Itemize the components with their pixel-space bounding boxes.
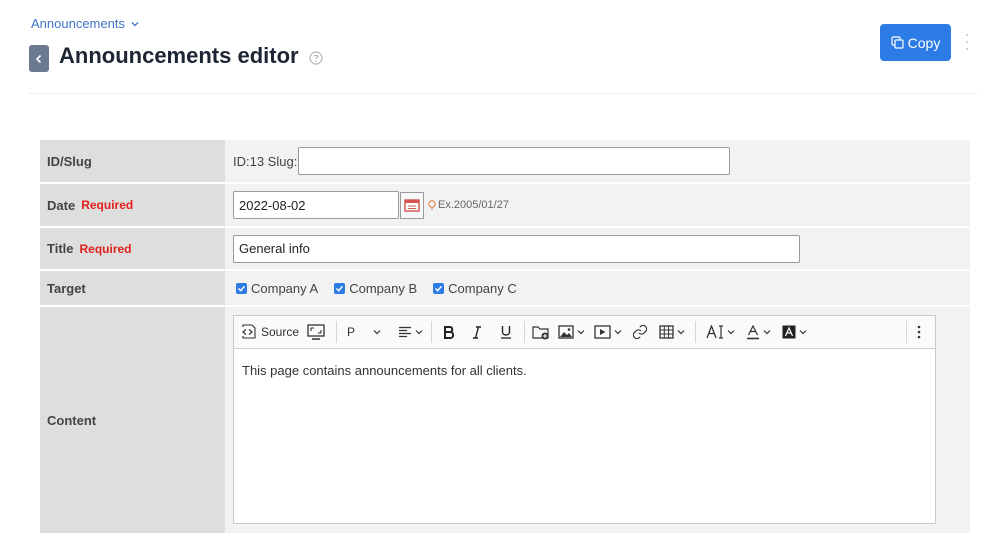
target-row: Target Company A Company B Company C (40, 271, 970, 307)
toolbar-separator (906, 321, 907, 343)
help-icon[interactable] (309, 51, 323, 65)
link-icon (633, 325, 647, 339)
align-left-icon (398, 326, 411, 338)
chevron-down-icon (763, 330, 770, 335)
id-slug-value: ID:13 Slug: (225, 140, 970, 182)
date-input[interactable]: 2022-08-02 (233, 191, 399, 219)
announcement-form: ID/Slug ID:13 Slug: Date Required 2022-0… (40, 140, 970, 533)
background-color-button[interactable] (776, 319, 812, 345)
copy-icon (891, 36, 904, 49)
paragraph-select[interactable]: P (341, 319, 393, 345)
checkbox-checked-icon[interactable] (433, 282, 445, 294)
date-label: Date Required (40, 184, 225, 226)
more-options-icon[interactable] (962, 33, 972, 51)
bold-button[interactable] (436, 319, 462, 345)
title-value: General info (225, 228, 970, 269)
table-icon (659, 325, 674, 339)
header-divider (28, 93, 978, 94)
rich-text-editor: Source P This page contains announcement… (233, 315, 936, 524)
editor-content[interactable]: This page contains announcements for all… (234, 349, 935, 392)
checkbox-checked-icon[interactable] (334, 282, 346, 294)
font-size-button[interactable] (700, 319, 740, 345)
chevron-down-icon (677, 330, 685, 335)
editor-toolbar: Source P (234, 316, 935, 349)
breadcrumb-label[interactable]: Announcements (31, 16, 125, 31)
target-label: Target (40, 271, 225, 305)
checkbox-company-a[interactable]: Company A (236, 281, 318, 296)
content-label: Content (40, 307, 225, 533)
more-toolbar-icon[interactable] (910, 319, 928, 345)
date-hint: Ex.2005/01/27 (428, 199, 509, 211)
chevron-down-icon (373, 330, 381, 335)
chevron-down-icon (415, 330, 422, 335)
italic-icon (473, 325, 481, 339)
video-icon (594, 325, 611, 339)
date-row: Date Required 2022-08-02 Ex.2005/01/27 (40, 184, 970, 228)
chevron-left-icon (35, 54, 42, 63)
required-badge: Required (81, 198, 134, 212)
font-color-icon (746, 324, 759, 339)
date-value: 2022-08-02 Ex.2005/01/27 (225, 184, 970, 226)
font-size-icon (705, 325, 723, 339)
chevron-down-icon (577, 330, 584, 335)
insert-file-button[interactable] (529, 319, 553, 345)
copy-button[interactable]: Copy (880, 24, 951, 61)
copy-button-label: Copy (907, 34, 941, 51)
page-title: Announcements editor (59, 43, 299, 68)
insert-image-button[interactable] (553, 319, 589, 345)
required-badge: Required (79, 241, 132, 256)
insert-video-button[interactable] (589, 319, 627, 345)
chevron-down-icon (727, 330, 734, 335)
page-header: Announcements Announcements editor Copy (0, 0, 1000, 95)
back-button[interactable] (29, 45, 49, 72)
align-button[interactable] (393, 319, 427, 345)
fullscreen-button[interactable] (300, 319, 332, 345)
underline-icon (501, 326, 511, 339)
id-slug-row: ID/Slug ID:13 Slug: (40, 140, 970, 184)
checkbox-checked-icon[interactable] (236, 282, 247, 294)
font-color-button[interactable] (740, 319, 776, 345)
calendar-icon (404, 199, 420, 212)
id-prefix: ID:13 Slug: (233, 153, 298, 169)
checkbox-company-b[interactable]: Company B (334, 281, 417, 296)
toolbar-separator (431, 321, 432, 343)
lightbulb-icon (428, 199, 436, 210)
title-label: Title Required (40, 228, 225, 269)
image-icon (557, 325, 574, 339)
italic-button[interactable] (462, 319, 492, 345)
insert-table-button[interactable] (653, 319, 691, 345)
checkbox-company-c[interactable]: Company C (433, 281, 517, 296)
chevron-down-icon (799, 330, 806, 335)
calendar-button[interactable] (400, 191, 424, 219)
target-value: Company A Company B Company C (225, 271, 970, 305)
slug-input[interactable] (298, 147, 731, 175)
title-row: Title Required General info (40, 228, 970, 271)
toolbar-separator (336, 321, 337, 343)
toolbar-separator (524, 321, 525, 343)
title-input[interactable]: General info (233, 234, 800, 263)
breadcrumb[interactable]: Announcements (31, 16, 139, 31)
fullscreen-icon (307, 324, 325, 340)
chevron-down-icon (614, 330, 622, 335)
source-button[interactable]: Source (240, 319, 300, 345)
folder-add-icon (532, 325, 549, 339)
background-color-icon (782, 325, 795, 339)
toolbar-separator (695, 321, 696, 343)
bold-icon (444, 325, 455, 339)
id-slug-label: ID/Slug (40, 140, 225, 182)
chevron-down-icon (131, 21, 139, 26)
insert-link-button[interactable] (627, 319, 653, 345)
underline-button[interactable] (492, 319, 520, 345)
source-icon (242, 324, 256, 339)
